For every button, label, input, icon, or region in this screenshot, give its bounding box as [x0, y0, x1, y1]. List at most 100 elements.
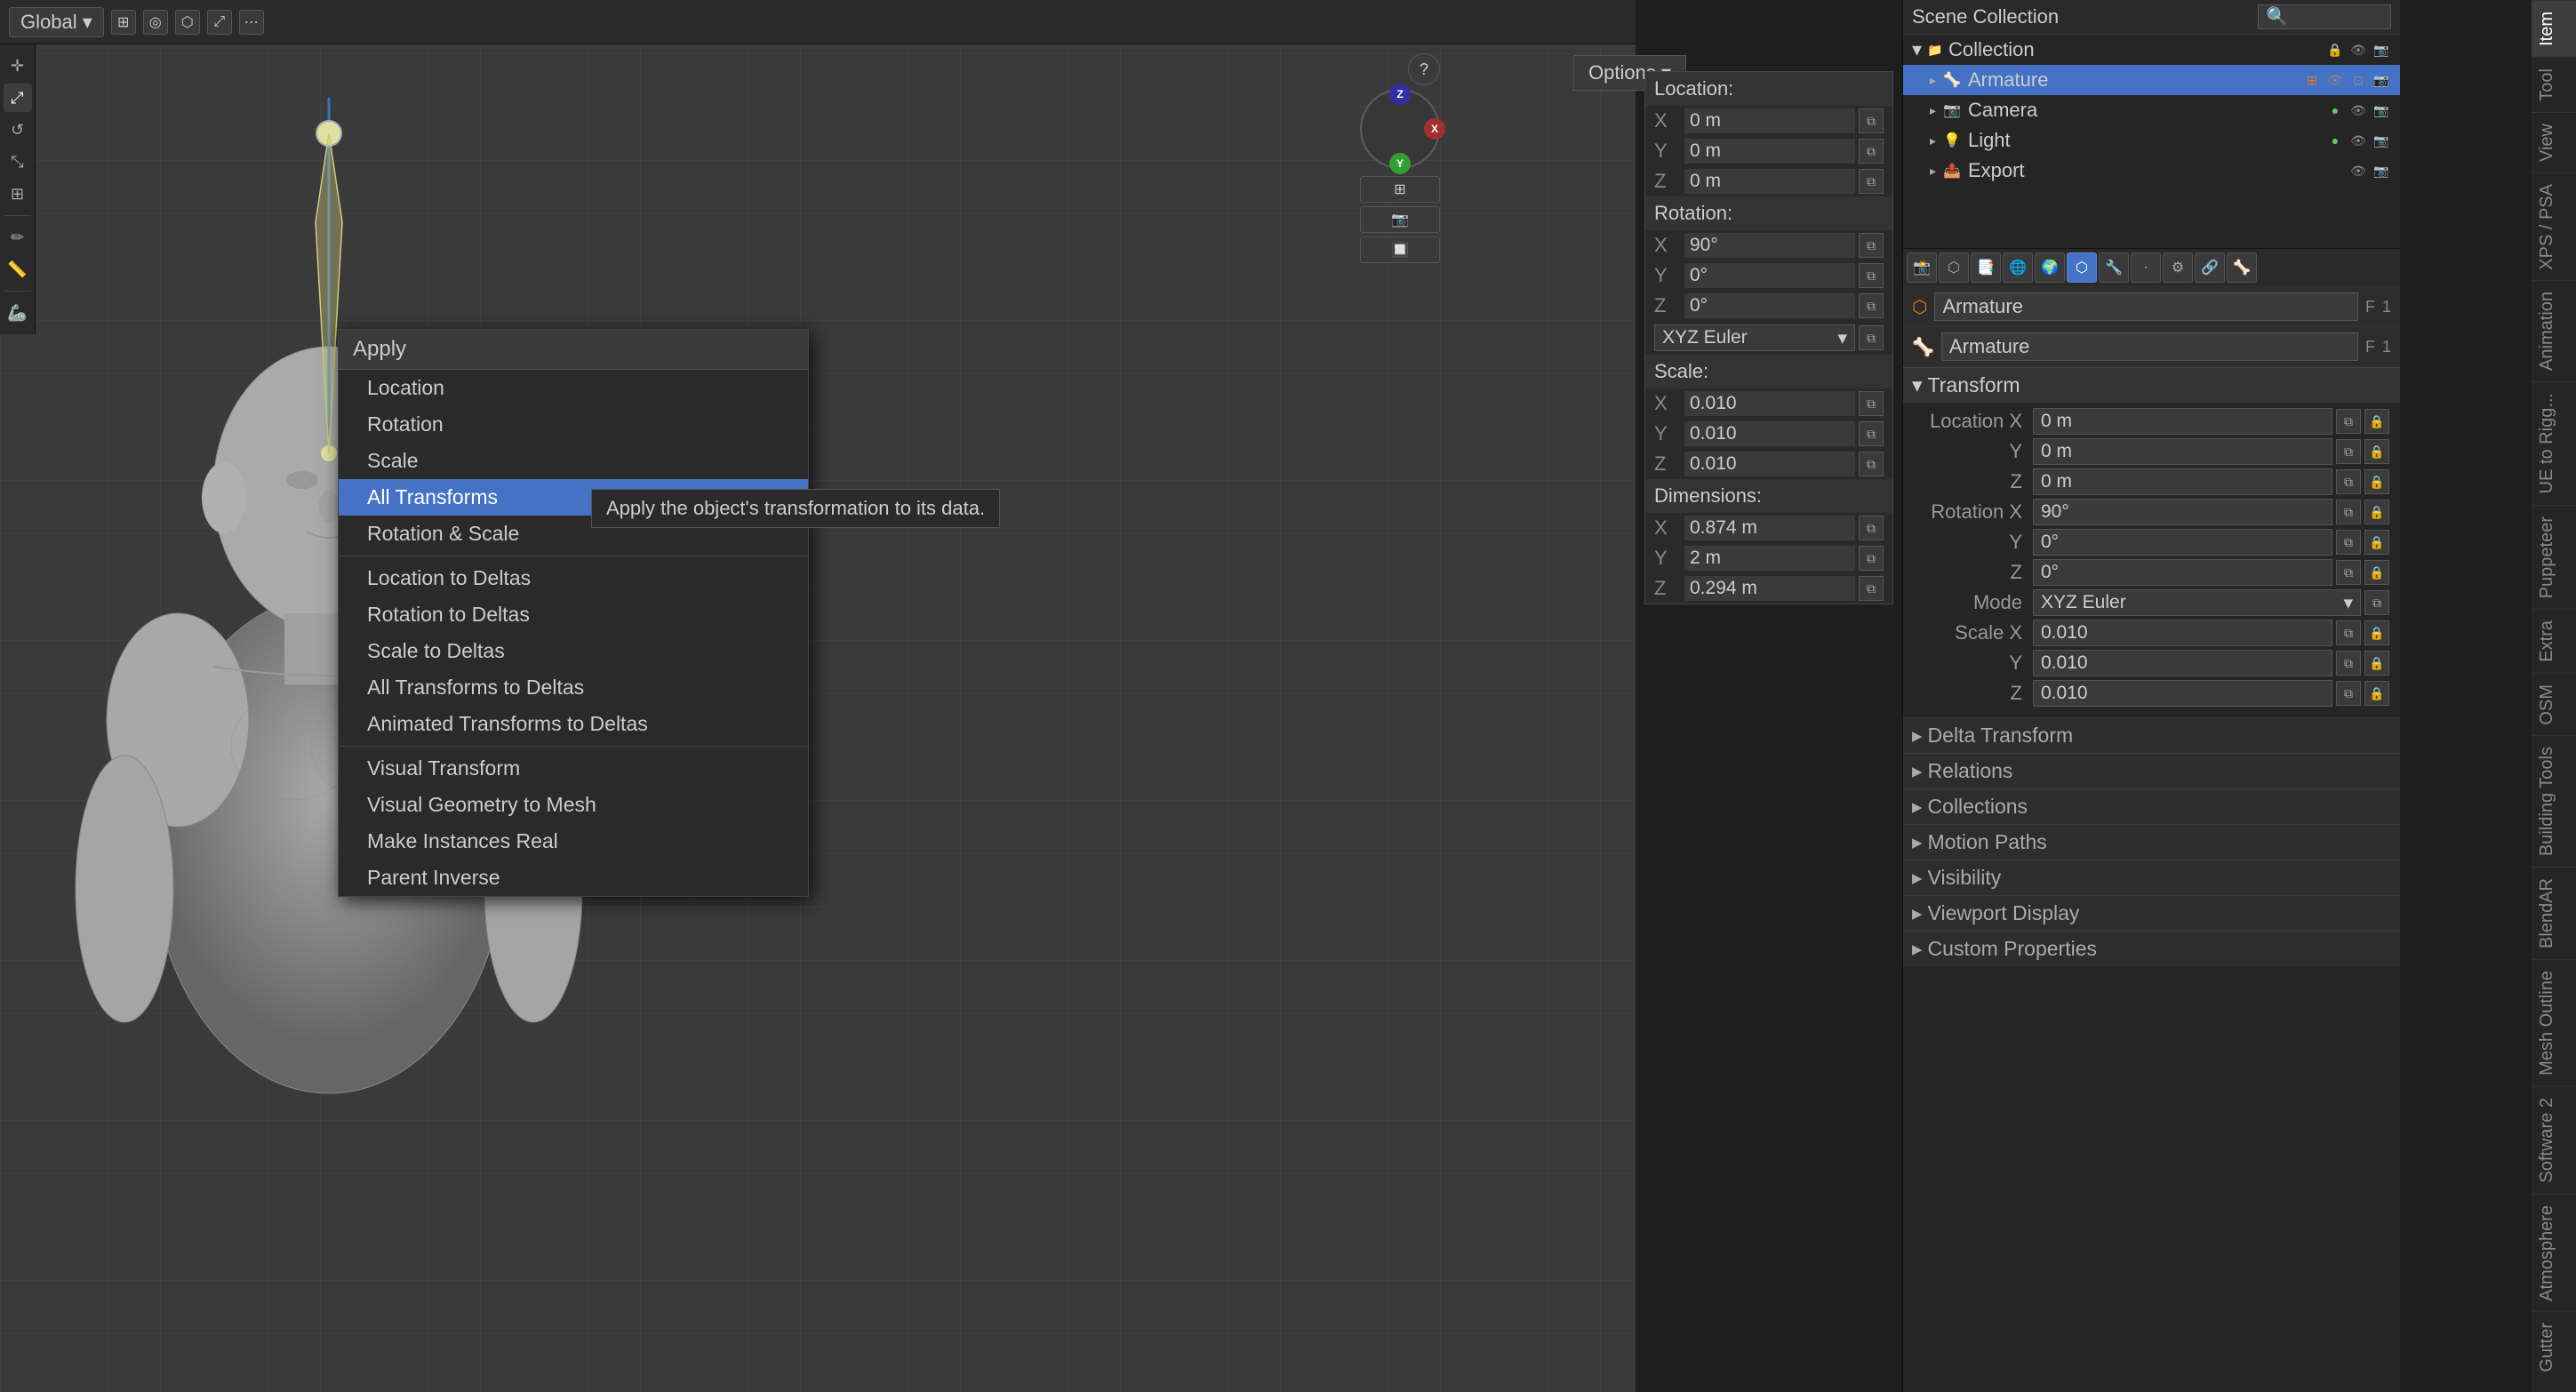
- export-vis-render[interactable]: 📷: [2372, 161, 2391, 180]
- relations-section[interactable]: ▸ Relations: [1903, 753, 2400, 788]
- menu-item-scale[interactable]: Scale: [339, 443, 808, 479]
- copy-rm[interactable]: ⧉: [1859, 325, 1884, 350]
- copy-rz[interactable]: ⧉: [1859, 293, 1884, 318]
- outliner-item-camera[interactable]: ▸ 📷 Camera ● 👁 📷: [1903, 95, 2400, 125]
- menu-item-all-transforms-deltas[interactable]: All Transforms to Deltas: [339, 669, 808, 706]
- camera-vis-dot[interactable]: ●: [2325, 100, 2345, 120]
- tab-view-layer[interactable]: 📑: [1971, 252, 2001, 283]
- light-vis-eye[interactable]: 👁: [2348, 131, 2368, 150]
- pose-tool[interactable]: 🦾: [4, 299, 32, 327]
- transform-tool[interactable]: ⊞: [4, 180, 32, 208]
- menu-item-visual-geometry[interactable]: Visual Geometry to Mesh: [339, 787, 808, 823]
- scale-tool[interactable]: ⤡: [4, 148, 32, 176]
- rot-y-field[interactable]: 0°: [2033, 529, 2332, 556]
- lock-prop-sy[interactable]: 🔒: [2364, 651, 2389, 676]
- vtab-xps[interactable]: XPS / PSA: [2532, 172, 2576, 281]
- copy-prop-sy[interactable]: ⧉: [2336, 651, 2361, 676]
- rotation-gizmo[interactable]: X Y Z: [1360, 89, 1440, 169]
- lock-prop-sz[interactable]: 🔒: [2364, 681, 2389, 706]
- viewport-display-section[interactable]: ▸ Viewport Display: [1903, 895, 2400, 931]
- motion-paths-section[interactable]: ▸ Motion Paths: [1903, 824, 2400, 860]
- outliner-item-collection[interactable]: ▾ 📁 Collection 🔒 👁 📷: [1903, 35, 2400, 65]
- tab-constraints[interactable]: 🔗: [2195, 252, 2225, 283]
- vis-icon-render[interactable]: 📷: [2372, 40, 2391, 60]
- proportional-icon[interactable]: ◎: [143, 10, 168, 35]
- mode-icon[interactable]: ⬡: [175, 10, 200, 35]
- outliner-item-armature[interactable]: ▸ 🦴 Armature ⊞ 👁 ⊡ 📷: [1903, 65, 2400, 95]
- outliner-item-light[interactable]: ▸ 💡 Light ● 👁 📷: [1903, 125, 2400, 156]
- menu-item-make-instances[interactable]: Make Instances Real: [339, 823, 808, 860]
- help-icon[interactable]: ?: [1408, 53, 1440, 85]
- data-fake-user[interactable]: F: [2365, 338, 2375, 356]
- move-tool[interactable]: ⤢: [4, 84, 32, 112]
- loc-y-field[interactable]: 0 m: [2033, 438, 2332, 465]
- menu-item-location-deltas[interactable]: Location to Deltas: [339, 560, 808, 596]
- collections-section[interactable]: ▸ Collections: [1903, 788, 2400, 824]
- object-name-field[interactable]: Armature: [1934, 292, 2358, 321]
- export-vis-eye[interactable]: 👁: [2348, 161, 2368, 180]
- copy-sx[interactable]: ⧉: [1859, 391, 1884, 416]
- snap-icon[interactable]: ⊞: [111, 10, 136, 35]
- tab-modifier[interactable]: 🔧: [2099, 252, 2129, 283]
- tab-object[interactable]: ⬡: [2067, 252, 2097, 283]
- tab-scene[interactable]: 🌐: [2003, 252, 2033, 283]
- copy-prop-ry[interactable]: ⧉: [2336, 530, 2361, 555]
- copy-dy[interactable]: ⧉: [1859, 546, 1884, 571]
- copy-prop-rz[interactable]: ⧉: [2336, 560, 2361, 585]
- custom-properties-section[interactable]: ▸ Custom Properties: [1903, 931, 2400, 966]
- tab-render[interactable]: 📸: [1907, 252, 1937, 283]
- delta-transform-section[interactable]: ▸ Delta Transform: [1903, 717, 2400, 753]
- vtab-animation[interactable]: Animation: [2532, 280, 2576, 381]
- copy-lx[interactable]: ⧉: [1859, 108, 1884, 133]
- tab-world[interactable]: 🌍: [2035, 252, 2065, 283]
- vtab-item[interactable]: Item: [2532, 0, 2576, 57]
- transform-icon[interactable]: ⤢: [207, 10, 232, 35]
- copy-prop-sx[interactable]: ⧉: [2336, 620, 2361, 645]
- lock-prop-sx[interactable]: 🔒: [2364, 620, 2389, 645]
- nav-cluster[interactable]: ? X Y Z ⊞ 📷 🔲: [1360, 71, 1440, 263]
- lock-prop-lz[interactable]: 🔒: [2364, 469, 2389, 494]
- menu-item-visual-transform[interactable]: Visual Transform: [339, 750, 808, 787]
- outliner-search[interactable]: [2258, 4, 2391, 29]
- fake-user-icon[interactable]: F: [2365, 298, 2375, 316]
- rot-z-field[interactable]: 0°: [2033, 559, 2332, 586]
- local-view-btn[interactable]: 🔲: [1360, 236, 1440, 263]
- tab-data[interactable]: 🦴: [2227, 252, 2257, 283]
- menu-item-parent-inverse[interactable]: Parent Inverse: [339, 860, 808, 896]
- loc-z-field[interactable]: 0 m: [2033, 468, 2332, 495]
- copy-ly[interactable]: ⧉: [1859, 139, 1884, 164]
- armature-vis-select[interactable]: ⊡: [2348, 70, 2368, 90]
- copy-prop-sz[interactable]: ⧉: [2336, 681, 2361, 706]
- menu-item-rotation[interactable]: Rotation: [339, 406, 808, 443]
- copy-lz[interactable]: ⧉: [1859, 169, 1884, 194]
- menu-item-animated-transforms-deltas[interactable]: Animated Transforms to Deltas: [339, 706, 808, 742]
- global-dropdown[interactable]: Global ▾: [9, 7, 104, 37]
- copy-ry[interactable]: ⧉: [1859, 263, 1884, 288]
- outliner-item-export[interactable]: ▸ 📤 Export 👁 📷: [1903, 156, 2400, 186]
- vis-icon-eye[interactable]: 👁: [2348, 40, 2368, 60]
- vtab-puppeteer[interactable]: Puppeteer: [2532, 505, 2576, 609]
- copy-dz[interactable]: ⧉: [1859, 576, 1884, 601]
- lock-prop-ly[interactable]: 🔒: [2364, 439, 2389, 464]
- measure-tool[interactable]: 📏: [4, 255, 32, 284]
- vtab-building[interactable]: Building Tools: [2532, 735, 2576, 867]
- copy-prop-rx[interactable]: ⧉: [2336, 500, 2361, 524]
- armature-vis-render[interactable]: 📷: [2372, 70, 2391, 90]
- transform-section-header[interactable]: ▾ Transform: [1903, 367, 2400, 403]
- perspective-btn[interactable]: ⊞: [1360, 176, 1440, 203]
- camera-vis-eye[interactable]: 👁: [2348, 100, 2368, 120]
- annotate-tool[interactable]: ✏: [4, 223, 32, 252]
- vtab-osm[interactable]: OSM: [2532, 673, 2576, 736]
- vtab-tool[interactable]: Tool: [2532, 57, 2576, 112]
- copy-rot-mode[interactable]: ⧉: [2364, 590, 2389, 615]
- light-vis-render[interactable]: 📷: [2372, 131, 2391, 150]
- scale-z-field[interactable]: 0.010: [2033, 680, 2332, 707]
- copy-sz[interactable]: ⧉: [1859, 452, 1884, 476]
- viewport[interactable]: Global ▾ ⊞ ◎ ⬡ ⤢ ⋯: [0, 0, 1636, 1392]
- copy-rx[interactable]: ⧉: [1859, 233, 1884, 258]
- camera-view-btn[interactable]: 📷: [1360, 206, 1440, 233]
- rotation-mode-select[interactable]: XYZ Euler ▾: [1654, 324, 1855, 351]
- lock-prop-ry[interactable]: 🔒: [2364, 530, 2389, 555]
- rot-mode-select[interactable]: XYZ Euler ▾: [2033, 589, 2361, 616]
- copy-prop-lz[interactable]: ⧉: [2336, 469, 2361, 494]
